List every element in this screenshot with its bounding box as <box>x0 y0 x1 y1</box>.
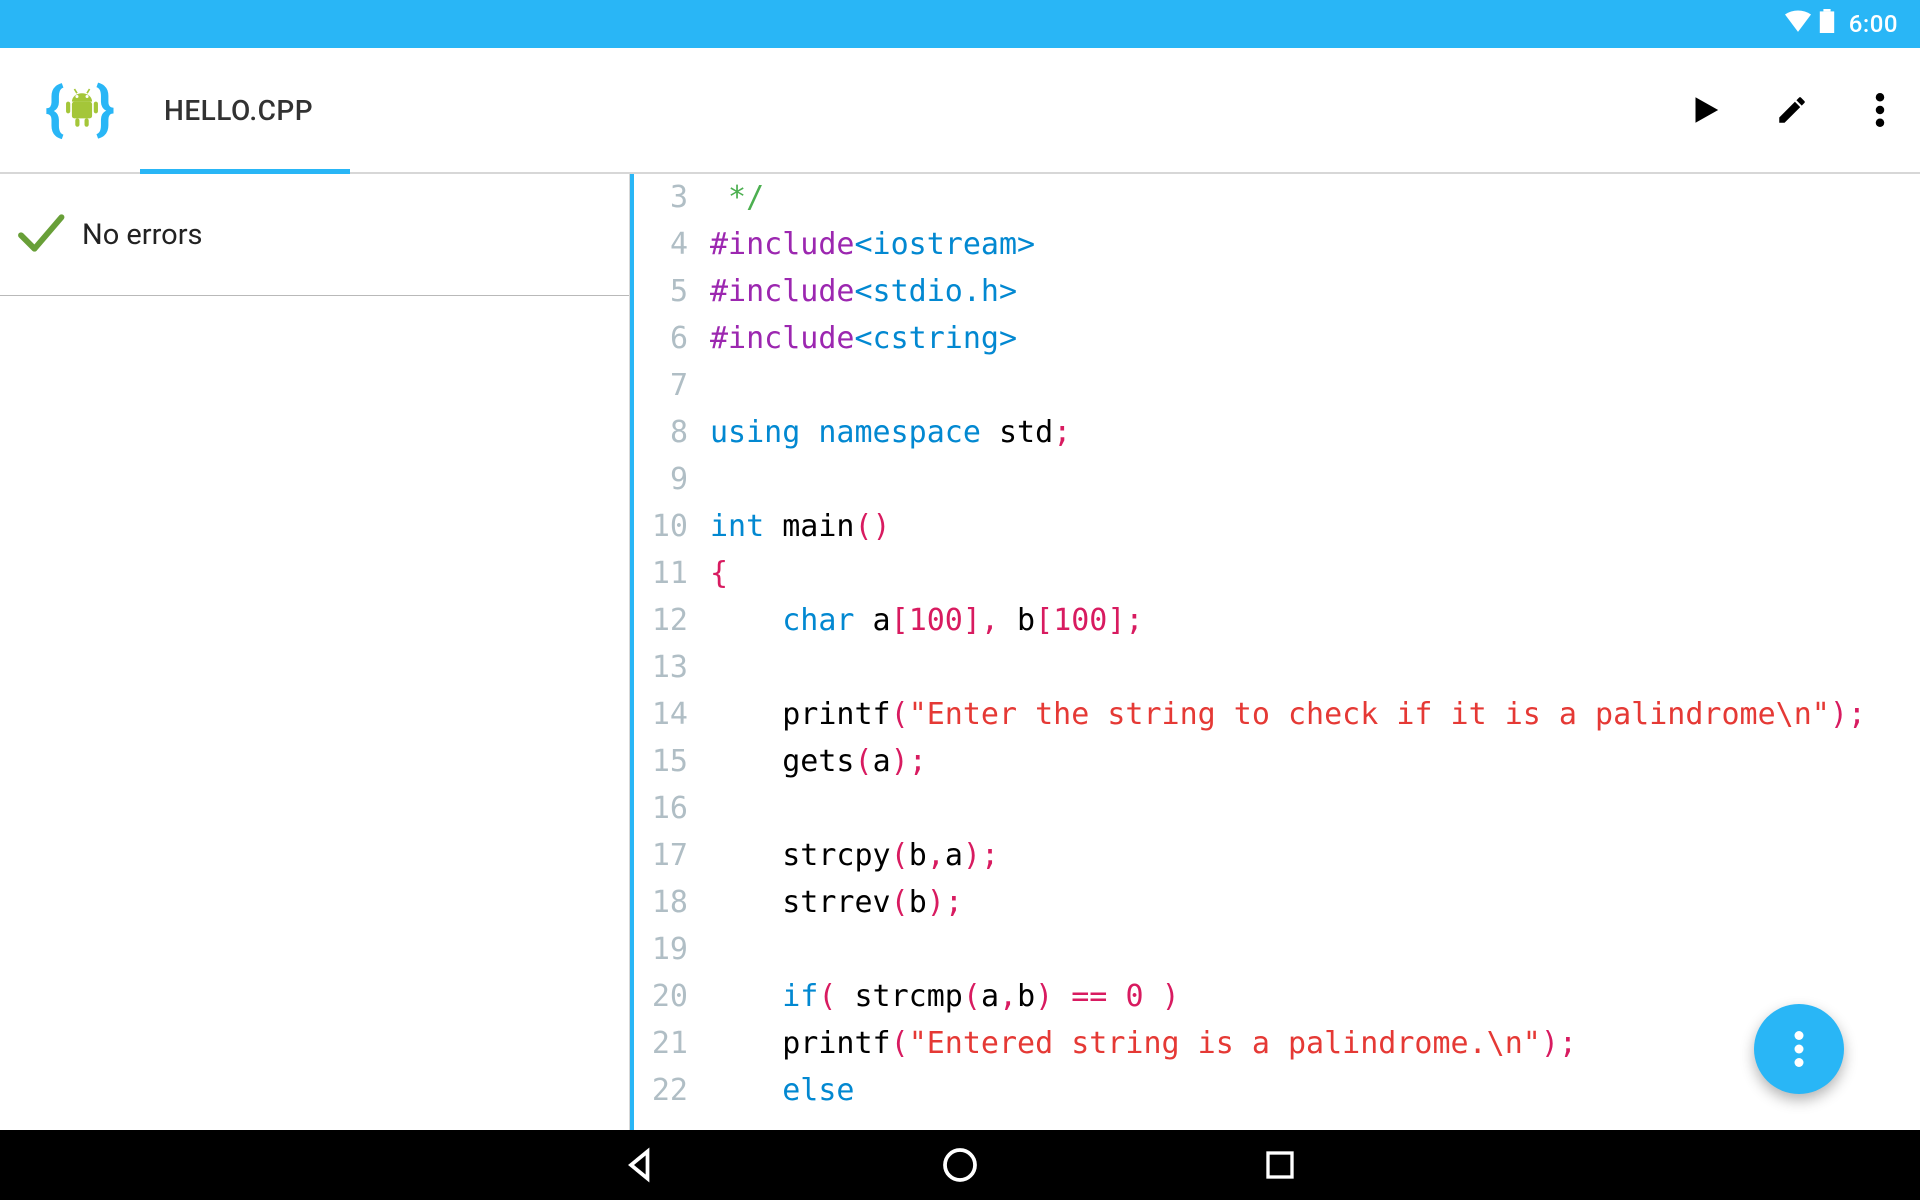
fab-more-button[interactable] <box>1754 1004 1844 1094</box>
code-line[interactable] <box>710 362 1920 409</box>
code-line[interactable]: */ <box>710 174 1920 221</box>
run-button[interactable] <box>1684 90 1724 130</box>
code-line[interactable]: using namespace std; <box>710 409 1920 456</box>
svg-text:{: { <box>45 74 64 143</box>
status-text: No errors <box>82 218 203 252</box>
code-line[interactable]: int main() <box>710 503 1920 550</box>
nav-recents-button[interactable] <box>1260 1145 1300 1185</box>
file-title[interactable]: HELLO.CPP <box>164 94 313 127</box>
line-number: 17 <box>634 832 688 879</box>
check-icon <box>12 206 66 264</box>
code-line[interactable]: if( strcmp(a,b) == 0 ) <box>710 973 1920 1020</box>
code-line[interactable]: strrev(b); <box>710 879 1920 926</box>
app-bar: { } HELLO.CPP <box>0 48 1920 174</box>
line-number: 6 <box>634 315 688 362</box>
app-icon[interactable]: { } <box>40 68 124 152</box>
line-number: 4 <box>634 221 688 268</box>
code-editor[interactable]: 345678910111213141516171819202122 */#inc… <box>630 174 1920 1130</box>
edit-button[interactable] <box>1772 90 1812 130</box>
code-line[interactable] <box>710 456 1920 503</box>
line-number: 14 <box>634 691 688 738</box>
line-number: 13 <box>634 644 688 691</box>
line-gutter: 345678910111213141516171819202122 <box>634 174 692 1130</box>
code-line[interactable]: char a[100], b[100]; <box>710 597 1920 644</box>
line-number: 19 <box>634 926 688 973</box>
code-line[interactable]: else <box>710 1067 1920 1114</box>
code-line[interactable]: #include<stdio.h> <box>710 268 1920 315</box>
code-line[interactable]: gets(a); <box>710 738 1920 785</box>
overflow-menu-button[interactable] <box>1860 90 1900 130</box>
line-number: 22 <box>634 1067 688 1114</box>
code-line[interactable] <box>710 926 1920 973</box>
svg-text:}: } <box>95 74 114 143</box>
tab-indicator <box>140 169 350 174</box>
code-line[interactable]: #include<cstring> <box>710 315 1920 362</box>
code-line[interactable]: printf("Entered string is a palindrome.\… <box>710 1020 1920 1067</box>
line-number: 5 <box>634 268 688 315</box>
line-number: 12 <box>634 597 688 644</box>
code-line[interactable] <box>710 644 1920 691</box>
line-number: 7 <box>634 362 688 409</box>
line-number: 21 <box>634 1020 688 1067</box>
android-nav-bar <box>0 1130 1920 1200</box>
line-number: 8 <box>634 409 688 456</box>
nav-home-button[interactable] <box>940 1145 980 1185</box>
code-line[interactable]: strcpy(b,a); <box>710 832 1920 879</box>
line-number: 15 <box>634 738 688 785</box>
status-row[interactable]: No errors <box>0 174 629 296</box>
line-number: 18 <box>634 879 688 926</box>
nav-back-button[interactable] <box>620 1145 660 1185</box>
code-line[interactable]: { <box>710 550 1920 597</box>
code-line[interactable]: printf("Enter the string to check if it … <box>710 691 1920 738</box>
battery-icon <box>1819 9 1835 39</box>
line-number: 20 <box>634 973 688 1020</box>
wifi-icon <box>1785 10 1811 38</box>
line-number: 3 <box>634 174 688 221</box>
line-number: 9 <box>634 456 688 503</box>
code-line[interactable]: #include<iostream> <box>710 221 1920 268</box>
line-number: 10 <box>634 503 688 550</box>
clock-time: 6:00 <box>1849 10 1898 38</box>
code-content[interactable]: */#include<iostream>#include<stdio.h>#in… <box>692 174 1920 1130</box>
line-number: 16 <box>634 785 688 832</box>
line-number: 11 <box>634 550 688 597</box>
android-status-bar: 6:00 <box>0 0 1920 48</box>
code-line[interactable] <box>710 785 1920 832</box>
errors-panel: No errors <box>0 174 630 1130</box>
